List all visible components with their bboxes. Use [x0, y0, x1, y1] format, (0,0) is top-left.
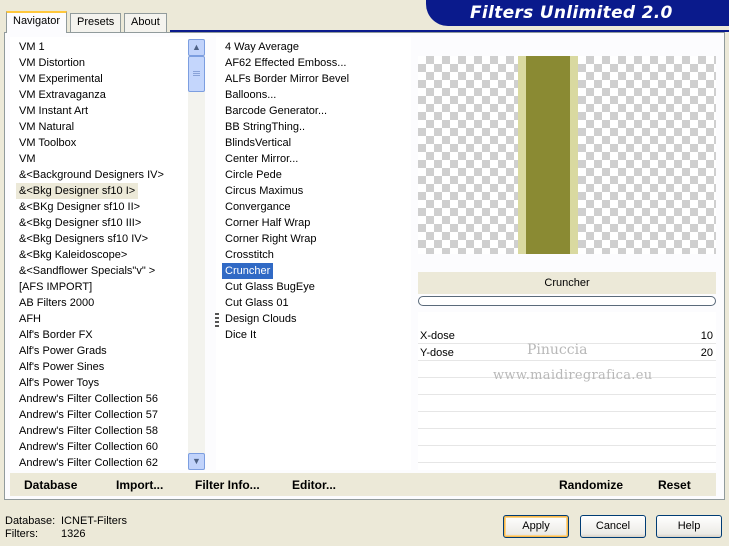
scroll-up-button[interactable]: ▲: [188, 39, 205, 56]
apply-button[interactable]: Apply: [503, 515, 569, 538]
tab-navigator[interactable]: Navigator: [6, 11, 68, 33]
filter-list-item[interactable]: AF62 Effected Emboss...: [222, 55, 349, 71]
category-list-item[interactable]: &<Sandflower Specials"v" >: [16, 263, 158, 279]
category-list-item[interactable]: Andrew's Filter Collection 58: [16, 423, 161, 439]
category-list-item[interactable]: &<Bkg Designer sf10 III>: [16, 215, 144, 231]
category-list-item[interactable]: VM Extravaganza: [16, 87, 109, 103]
category-list-item[interactable]: Andrew's Filter Collection 57: [16, 407, 161, 423]
param-row-empty: [418, 413, 716, 429]
category-list-item[interactable]: Alf's Power Grads: [16, 343, 110, 359]
progress-bar: [418, 296, 716, 306]
watermark-url: www.maidiregrafica.eu: [493, 368, 653, 383]
randomize-button[interactable]: Randomize: [559, 478, 623, 492]
category-list-item[interactable]: VM Instant Art: [16, 103, 91, 119]
filter-list-item[interactable]: Design Clouds: [222, 311, 300, 327]
tab-presets[interactable]: Presets: [70, 13, 122, 32]
cancel-button[interactable]: Cancel: [580, 515, 646, 538]
category-list-item[interactable]: &<Bkg Designer sf10 I>: [16, 183, 139, 199]
editor-button[interactable]: Editor...: [292, 478, 336, 492]
drag-grip-icon: [215, 313, 219, 327]
filter-list-item[interactable]: Cruncher: [222, 263, 274, 279]
category-list-item[interactable]: AB Filters 2000: [16, 295, 97, 311]
filter-list-item[interactable]: BB StringThing..: [222, 119, 308, 135]
filter-list-item[interactable]: Center Mirror...: [222, 151, 301, 167]
scroll-thumb[interactable]: [188, 56, 205, 92]
category-list-item[interactable]: Andrew's Filter Collection 60: [16, 439, 161, 455]
filter-list-item[interactable]: BlindsVertical: [222, 135, 294, 151]
param-row-empty: [418, 430, 716, 446]
status-database-label: Database:: [5, 515, 56, 527]
preview-stripe-edge: [518, 56, 526, 254]
category-list-item[interactable]: VM 1: [16, 39, 48, 55]
status-filters-value: 1326: [61, 528, 86, 540]
import-button[interactable]: Import...: [116, 478, 163, 492]
filter-list-item[interactable]: Crosstitch: [222, 247, 277, 263]
app-title: Filters Unlimited 2.0: [470, 3, 673, 23]
scroll-grip: [193, 71, 200, 72]
scroll-grip: [193, 75, 200, 76]
database-button[interactable]: Database: [24, 478, 77, 492]
filter-info-button[interactable]: Filter Info...: [195, 478, 260, 492]
param-row-empty: [418, 447, 716, 463]
help-button[interactable]: Help: [656, 515, 722, 538]
category-list-item[interactable]: &<BKg Designer sf10 II>: [16, 199, 143, 215]
category-list-item[interactable]: VM Experimental: [16, 71, 106, 87]
status-filters-label: Filters:: [5, 528, 38, 540]
category-list-item[interactable]: Alf's Power Toys: [16, 375, 102, 391]
filter-name-label: Cruncher: [544, 277, 590, 289]
filter-list-item[interactable]: Convergance: [222, 199, 293, 215]
filter-list-item[interactable]: Circle Pede: [222, 167, 285, 183]
category-list-item[interactable]: &<Background Designers IV>: [16, 167, 167, 183]
scroll-down-button[interactable]: ▼: [188, 453, 205, 470]
category-list-item[interactable]: VM Distortion: [16, 55, 88, 71]
category-list-item[interactable]: Alf's Border FX: [16, 327, 96, 343]
category-list-item[interactable]: [AFS IMPORT]: [16, 279, 95, 295]
param-row-empty: [418, 396, 716, 412]
param-value[interactable]: 20: [701, 347, 713, 359]
category-list-item[interactable]: VM Natural: [16, 119, 77, 135]
filter-list-item[interactable]: Cut Glass 01: [222, 295, 292, 311]
watermark-name: Pinuccia: [527, 342, 588, 358]
filter-list-item[interactable]: ALFs Border Mirror Bevel: [222, 71, 352, 87]
preview-canvas: [418, 56, 716, 254]
category-list-item[interactable]: AFH: [16, 311, 44, 327]
filter-list-item[interactable]: Cut Glass BugEye: [222, 279, 318, 295]
param-label: X-dose: [420, 330, 455, 342]
filter-list-item[interactable]: Balloons...: [222, 87, 279, 103]
category-list-item[interactable]: Andrew's Filter Collection 62: [16, 455, 161, 470]
filter-list-item[interactable]: Corner Half Wrap: [222, 215, 313, 231]
param-label: Y-dose: [420, 347, 454, 359]
scroll-grip: [193, 73, 200, 74]
category-list[interactable]: VM 1 VM Distortion VM Experimental VM Extra…: [10, 37, 205, 470]
tab-about[interactable]: About: [124, 13, 167, 32]
filter-list-item[interactable]: Dice It: [222, 327, 259, 343]
category-list-item[interactable]: &<Bkg Kaleidoscope>: [16, 247, 130, 263]
category-list-item[interactable]: Andrew's Filter Collection 56: [16, 391, 161, 407]
preview-stripe-edge: [570, 56, 578, 254]
category-list-item[interactable]: VM Toolbox: [16, 135, 79, 151]
category-list-item[interactable]: VM: [16, 151, 39, 167]
param-value[interactable]: 10: [701, 330, 713, 342]
filter-list-item[interactable]: Corner Right Wrap: [222, 231, 320, 247]
category-scrollbar[interactable]: ▲ ▼: [188, 39, 205, 470]
filter-list-item[interactable]: Barcode Generator...: [222, 103, 330, 119]
category-list-item[interactable]: Alf's Power Sines: [16, 359, 107, 375]
filter-list-item[interactable]: 4 Way Average: [222, 39, 302, 55]
preview-stripe: [526, 56, 570, 254]
status-database-value: ICNET-Filters: [61, 515, 127, 527]
filter-list[interactable]: 4 Way Average AF62 Effected Emboss... ALFs…: [216, 37, 411, 470]
reset-button[interactable]: Reset: [658, 478, 691, 492]
filter-list-item[interactable]: Circus Maximus: [222, 183, 306, 199]
category-list-item[interactable]: &<Bkg Designers sf10 IV>: [16, 231, 151, 247]
